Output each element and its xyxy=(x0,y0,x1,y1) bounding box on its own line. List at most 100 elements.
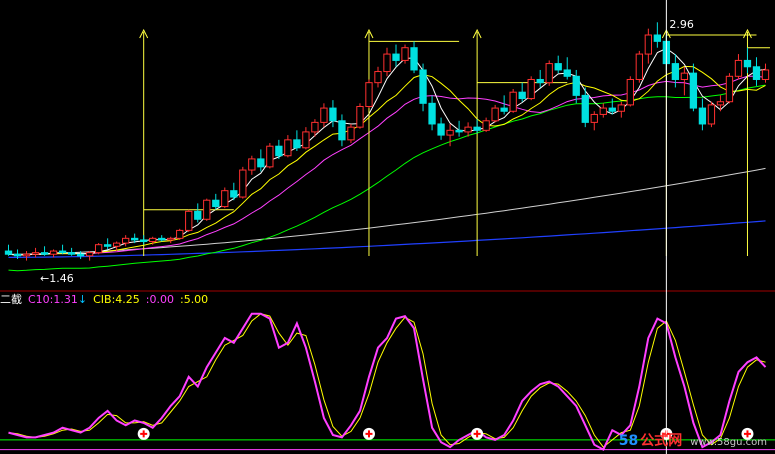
watermark-url: www.58gu.com xyxy=(690,437,767,448)
candle-body xyxy=(275,145,283,157)
candle-body xyxy=(49,250,58,255)
candle-body xyxy=(131,237,139,241)
candle-body xyxy=(212,199,220,208)
candle-body xyxy=(22,253,31,257)
candle-body xyxy=(112,242,121,247)
indicator-header: 二截 C10:1.31↓ CIB:4.25 :0.00 :5.00 xyxy=(0,291,209,307)
candle-body xyxy=(473,126,481,131)
candle-body xyxy=(230,190,238,198)
candle-body xyxy=(743,59,752,68)
candle-body xyxy=(76,253,85,257)
candle-body xyxy=(671,63,680,80)
candle-body xyxy=(140,239,148,243)
ma10-line xyxy=(8,65,766,256)
candle-body xyxy=(644,34,652,55)
watermark: 58 公式网 www.58gu.com xyxy=(619,430,767,450)
candle-body xyxy=(581,94,589,123)
candle-body xyxy=(617,104,625,112)
candle-body xyxy=(536,78,544,84)
candle-body xyxy=(58,250,67,254)
indicator-name[interactable]: 二截 xyxy=(0,291,22,307)
candle-body xyxy=(437,123,445,136)
candle-body xyxy=(103,244,112,247)
candle-body xyxy=(338,120,346,141)
buy-marker-icon xyxy=(471,427,484,440)
candle-body xyxy=(446,129,454,136)
candle-body xyxy=(410,47,418,71)
max-price-label: 2.96 xyxy=(669,18,694,31)
min-price-value: 1.46 xyxy=(49,272,74,285)
candle-body xyxy=(680,72,689,80)
candle-body xyxy=(635,53,643,80)
candle-body xyxy=(176,229,184,239)
candle-body xyxy=(464,126,472,133)
candle-body xyxy=(455,129,463,133)
candle-body xyxy=(311,121,319,133)
candle-body xyxy=(365,82,373,107)
buy-marker-icon xyxy=(137,427,150,440)
min-price-label: ←1.46 xyxy=(40,272,74,285)
candle-body xyxy=(491,107,499,122)
price-panel[interactable] xyxy=(4,22,770,272)
kline-chart[interactable] xyxy=(0,0,775,454)
candle-body xyxy=(572,75,580,96)
candle-body xyxy=(518,91,526,100)
ma5-line xyxy=(8,47,766,256)
candle-body xyxy=(266,145,274,168)
candle-body xyxy=(383,53,391,73)
candle-body xyxy=(284,139,292,157)
ma20-line xyxy=(8,75,766,256)
candle-body xyxy=(185,210,193,231)
candle-body xyxy=(554,63,562,71)
candle-body xyxy=(599,107,607,115)
candle-body xyxy=(347,126,355,141)
candle-body xyxy=(428,102,436,125)
candle-body xyxy=(374,71,382,84)
c10-value: C10:1.31↓ xyxy=(28,292,88,306)
watermark-num: 58 xyxy=(618,433,639,449)
candle-body xyxy=(392,53,400,61)
candle-body xyxy=(167,237,175,241)
candle-body xyxy=(608,107,616,112)
level2-value: :5.00 xyxy=(179,292,209,306)
cib-value: CIB:4.25 xyxy=(93,292,140,306)
candle-body xyxy=(653,34,662,42)
candle-body xyxy=(527,78,535,100)
candle-body xyxy=(716,101,725,106)
candle-body xyxy=(482,120,490,131)
max-price-value: 2.96 xyxy=(669,18,694,32)
candle-body xyxy=(4,250,13,255)
indicator-signal-line xyxy=(8,313,766,448)
left-arrow-icon: ← xyxy=(40,272,50,285)
candle-body xyxy=(707,104,716,125)
candle-body xyxy=(31,252,40,255)
candle-body xyxy=(13,253,22,257)
candle-body xyxy=(203,199,211,220)
candle-body xyxy=(329,107,337,122)
candle-body xyxy=(239,169,247,198)
candle-body xyxy=(248,158,256,171)
candle-body xyxy=(761,69,770,80)
candle-body xyxy=(302,131,310,149)
candle-body xyxy=(752,66,761,80)
candle-body xyxy=(419,69,427,104)
candle-body xyxy=(500,107,508,112)
candle-body xyxy=(545,63,553,84)
candle-body xyxy=(94,244,103,254)
candle-body xyxy=(626,78,634,106)
watermark-cn: 公式网 xyxy=(640,433,683,449)
candle-body xyxy=(194,210,202,220)
candle-body xyxy=(293,139,301,149)
candle-body xyxy=(689,72,698,109)
candle-body xyxy=(698,107,707,125)
candle-body xyxy=(563,69,571,77)
candle-body xyxy=(149,237,157,243)
candle-body xyxy=(590,113,598,123)
candle-body xyxy=(734,59,743,77)
candle-body xyxy=(85,252,94,257)
candle-body xyxy=(725,75,734,103)
buy-marker-icon xyxy=(362,427,375,440)
candle-body xyxy=(67,252,76,255)
level1-value: :0.00 xyxy=(145,292,174,306)
candle-body xyxy=(122,237,130,244)
